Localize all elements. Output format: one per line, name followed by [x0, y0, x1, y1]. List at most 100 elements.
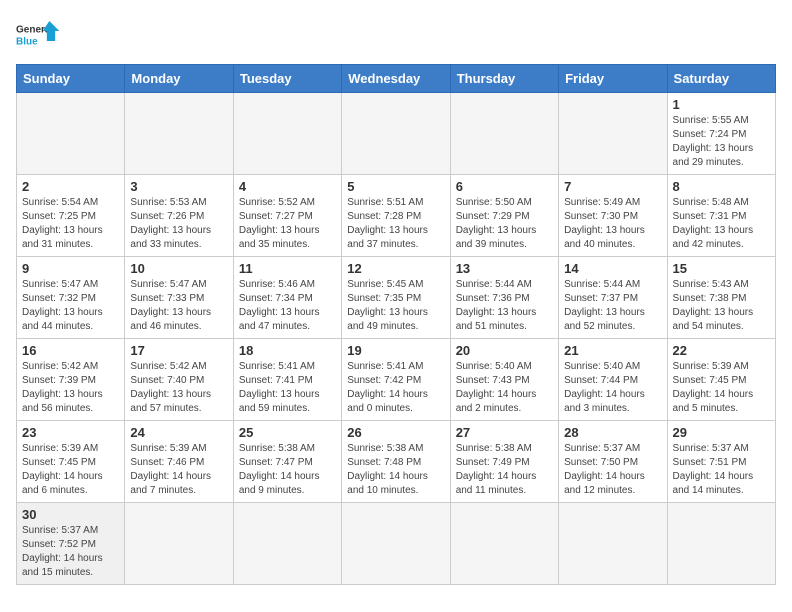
calendar-cell: 23Sunrise: 5:39 AMSunset: 7:45 PMDayligh…	[17, 421, 125, 503]
day-number: 20	[456, 343, 553, 358]
calendar-cell: 12 Sunrise: 5:45 AMSunset: 7:35 PMDayligh…	[342, 257, 450, 339]
calendar-cell	[342, 93, 450, 175]
day-number: 10	[130, 261, 227, 276]
calendar-cell: 18 Sunrise: 5:41 AMSunset: 7:41 PMDayligh…	[233, 339, 341, 421]
calendar-cell	[450, 93, 558, 175]
calendar-cell: 30 Sunrise: 5:37 AMSunset: 7:52 PMDayligh…	[17, 503, 125, 585]
day-number: 14	[564, 261, 661, 276]
calendar-cell: 27Sunrise: 5:38 AMSunset: 7:49 PMDayligh…	[450, 421, 558, 503]
week-row-2: 2Sunrise: 5:54 AMSunset: 7:25 PMDaylight…	[17, 175, 776, 257]
calendar-cell	[559, 93, 667, 175]
day-info: Sunrise: 5:43 AMSunset: 7:38 PMDaylight:…	[673, 278, 770, 334]
week-row-3: 9 Sunrise: 5:47 AMSunset: 7:32 PMDaylight…	[17, 257, 776, 339]
calendar-cell: 3 Sunrise: 5:53 AMSunset: 7:26 PMDaylight…	[125, 175, 233, 257]
day-info: Sunrise: 5:40 AMSunset: 7:44 PMDaylight:…	[564, 360, 661, 416]
day-number: 28	[564, 425, 661, 440]
day-number: 21	[564, 343, 661, 358]
calendar-cell: 25Sunrise: 5:38 AMSunset: 7:47 PMDayligh…	[233, 421, 341, 503]
svg-text:Blue: Blue	[16, 36, 38, 47]
weekday-header-thursday: Thursday	[450, 65, 558, 93]
calendar-cell: 5 Sunrise: 5:51 AMSunset: 7:28 PMDaylight…	[342, 175, 450, 257]
day-info: Sunrise: 5:44 AMSunset: 7:36 PMDaylight:…	[456, 278, 553, 334]
calendar-cell: 17 Sunrise: 5:42 AMSunset: 7:40 PMDayligh…	[125, 339, 233, 421]
week-row-6: 30 Sunrise: 5:37 AMSunset: 7:52 PMDayligh…	[17, 503, 776, 585]
calendar-cell: 2Sunrise: 5:54 AMSunset: 7:25 PMDaylight…	[17, 175, 125, 257]
calendar-table: SundayMondayTuesdayWednesdayThursdayFrid…	[16, 64, 776, 585]
calendar-cell	[17, 93, 125, 175]
page-header: GeneralBlue	[16, 16, 776, 56]
weekday-header-monday: Monday	[125, 65, 233, 93]
week-row-5: 23Sunrise: 5:39 AMSunset: 7:45 PMDayligh…	[17, 421, 776, 503]
day-info: Sunrise: 5:42 AMSunset: 7:39 PMDaylight:…	[22, 360, 119, 416]
day-number: 5	[347, 179, 444, 194]
day-info: Sunrise: 5:49 AMSunset: 7:30 PMDaylight:…	[564, 196, 661, 252]
week-row-1: 1Sunrise: 5:55 AMSunset: 7:24 PMDaylight…	[17, 93, 776, 175]
calendar-cell: 9 Sunrise: 5:47 AMSunset: 7:32 PMDaylight…	[17, 257, 125, 339]
weekday-header-friday: Friday	[559, 65, 667, 93]
weekday-header-sunday: Sunday	[17, 65, 125, 93]
day-info: Sunrise: 5:39 AMSunset: 7:45 PMDaylight:…	[22, 442, 119, 498]
day-number: 6	[456, 179, 553, 194]
calendar-cell: 19 Sunrise: 5:41 AMSunset: 7:42 PMDayligh…	[342, 339, 450, 421]
day-number: 18	[239, 343, 336, 358]
day-info: Sunrise: 5:50 AMSunset: 7:29 PMDaylight:…	[456, 196, 553, 252]
logo-svg: GeneralBlue	[16, 16, 66, 56]
calendar-cell: 22Sunrise: 5:39 AMSunset: 7:45 PMDayligh…	[667, 339, 775, 421]
week-row-4: 16 Sunrise: 5:42 AMSunset: 7:39 PMDayligh…	[17, 339, 776, 421]
calendar-cell: 15 Sunrise: 5:43 AMSunset: 7:38 PMDayligh…	[667, 257, 775, 339]
calendar-cell	[125, 93, 233, 175]
calendar-cell: 29 Sunrise: 5:37 AMSunset: 7:51 PMDayligh…	[667, 421, 775, 503]
calendar-cell: 20 Sunrise: 5:40 AMSunset: 7:43 PMDayligh…	[450, 339, 558, 421]
calendar-cell: 28 Sunrise: 5:37 AMSunset: 7:50 PMDayligh…	[559, 421, 667, 503]
day-number: 17	[130, 343, 227, 358]
day-info: Sunrise: 5:40 AMSunset: 7:43 PMDaylight:…	[456, 360, 553, 416]
day-info: Sunrise: 5:44 AMSunset: 7:37 PMDaylight:…	[564, 278, 661, 334]
day-info: Sunrise: 5:39 AMSunset: 7:46 PMDaylight:…	[130, 442, 227, 498]
calendar-cell: 4Sunrise: 5:52 AMSunset: 7:27 PMDaylight…	[233, 175, 341, 257]
calendar-cell: 13Sunrise: 5:44 AMSunset: 7:36 PMDayligh…	[450, 257, 558, 339]
day-number: 4	[239, 179, 336, 194]
day-number: 7	[564, 179, 661, 194]
calendar-cell: 11Sunrise: 5:46 AMSunset: 7:34 PMDayligh…	[233, 257, 341, 339]
calendar-cell	[342, 503, 450, 585]
day-info: Sunrise: 5:37 AMSunset: 7:50 PMDaylight:…	[564, 442, 661, 498]
day-info: Sunrise: 5:41 AMSunset: 7:41 PMDaylight:…	[239, 360, 336, 416]
calendar-cell: 1Sunrise: 5:55 AMSunset: 7:24 PMDaylight…	[667, 93, 775, 175]
day-number: 30	[22, 507, 119, 522]
day-number: 29	[673, 425, 770, 440]
day-number: 19	[347, 343, 444, 358]
day-number: 11	[239, 261, 336, 276]
calendar-cell	[233, 503, 341, 585]
day-info: Sunrise: 5:51 AMSunset: 7:28 PMDaylight:…	[347, 196, 444, 252]
day-info: Sunrise: 5:53 AMSunset: 7:26 PMDaylight:…	[130, 196, 227, 252]
day-info: Sunrise: 5:41 AMSunset: 7:42 PMDaylight:…	[347, 360, 444, 416]
calendar-cell	[559, 503, 667, 585]
day-info: Sunrise: 5:38 AMSunset: 7:49 PMDaylight:…	[456, 442, 553, 498]
calendar-cell: 10 Sunrise: 5:47 AMSunset: 7:33 PMDayligh…	[125, 257, 233, 339]
calendar-cell: 6 Sunrise: 5:50 AMSunset: 7:29 PMDaylight…	[450, 175, 558, 257]
day-number: 15	[673, 261, 770, 276]
day-number: 3	[130, 179, 227, 194]
day-info: Sunrise: 5:42 AMSunset: 7:40 PMDaylight:…	[130, 360, 227, 416]
calendar-cell: 26Sunrise: 5:38 AMSunset: 7:48 PMDayligh…	[342, 421, 450, 503]
weekday-header-saturday: Saturday	[667, 65, 775, 93]
calendar-cell: 24 Sunrise: 5:39 AMSunset: 7:46 PMDayligh…	[125, 421, 233, 503]
day-number: 24	[130, 425, 227, 440]
calendar-cell	[125, 503, 233, 585]
day-info: Sunrise: 5:37 AMSunset: 7:51 PMDaylight:…	[673, 442, 770, 498]
calendar-cell	[233, 93, 341, 175]
day-info: Sunrise: 5:47 AMSunset: 7:33 PMDaylight:…	[130, 278, 227, 334]
day-info: Sunrise: 5:37 AMSunset: 7:52 PMDaylight:…	[22, 524, 119, 580]
day-info: Sunrise: 5:38 AMSunset: 7:47 PMDaylight:…	[239, 442, 336, 498]
day-number: 12	[347, 261, 444, 276]
day-info: Sunrise: 5:55 AMSunset: 7:24 PMDaylight:…	[673, 114, 770, 170]
day-number: 9	[22, 261, 119, 276]
calendar-cell: 7 Sunrise: 5:49 AMSunset: 7:30 PMDaylight…	[559, 175, 667, 257]
day-number: 2	[22, 179, 119, 194]
day-number: 16	[22, 343, 119, 358]
day-info: Sunrise: 5:45 AMSunset: 7:35 PMDaylight:…	[347, 278, 444, 334]
day-info: Sunrise: 5:48 AMSunset: 7:31 PMDaylight:…	[673, 196, 770, 252]
day-info: Sunrise: 5:47 AMSunset: 7:32 PMDaylight:…	[22, 278, 119, 334]
day-info: Sunrise: 5:39 AMSunset: 7:45 PMDaylight:…	[673, 360, 770, 416]
logo: GeneralBlue	[16, 16, 66, 56]
